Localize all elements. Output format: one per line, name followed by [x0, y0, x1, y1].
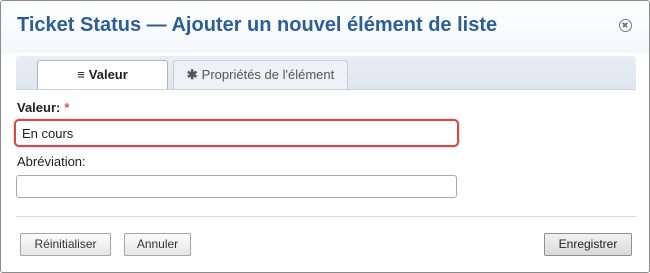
tab-valeur-label: Valeur [88, 67, 128, 82]
required-marker: * [64, 100, 70, 115]
cancel-button[interactable]: Annuler [124, 233, 191, 256]
footer-divider [16, 216, 636, 217]
asterisk-icon: ✱ [186, 67, 198, 82]
list-icon: ≡ [77, 67, 85, 82]
valeur-input[interactable] [14, 119, 459, 147]
dialog-header: Ticket Status — Ajouter un nouvel élémen… [1, 1, 649, 53]
valeur-label-text: Valeur: [17, 100, 61, 115]
add-list-item-dialog: Ticket Status — Ajouter un nouvel élémen… [0, 0, 650, 273]
abreviation-input[interactable] [16, 175, 457, 198]
tab-item-properties-label: Propriétés de l'élément [201, 67, 335, 82]
abreviation-label: Abréviation: [17, 154, 86, 169]
reset-button[interactable]: Réinitialiser [20, 233, 111, 256]
valeur-label: Valeur: * [17, 100, 69, 115]
close-circle-icon[interactable] [619, 19, 632, 32]
save-button[interactable]: Enregistrer [544, 233, 632, 256]
tab-valeur[interactable]: ≡ Valeur [37, 60, 168, 90]
tab-divider [16, 89, 636, 90]
tab-item-properties[interactable]: ✱ Propriétés de l'élément [173, 60, 348, 89]
tab-bar: ≡ Valeur ✱ Propriétés de l'élément [16, 56, 636, 90]
dialog-title: Ticket Status — Ajouter un nouvel élémen… [17, 14, 498, 36]
